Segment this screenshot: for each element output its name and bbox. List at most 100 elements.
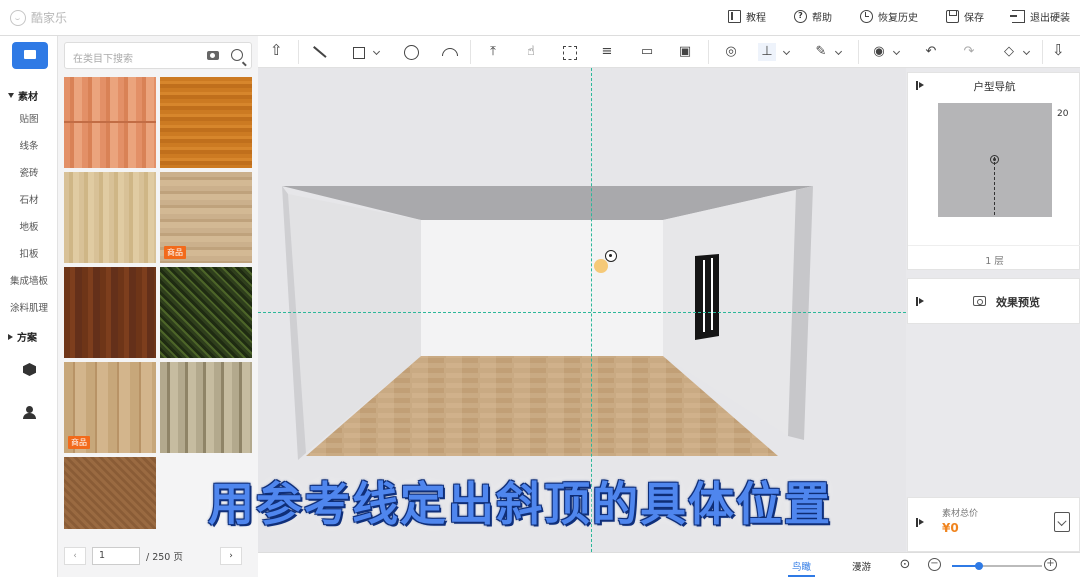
exit-hard-decoration-button[interactable]: 退出硬装 xyxy=(1010,9,1070,24)
rail-item-panel[interactable]: 扣板 xyxy=(0,246,58,260)
bottom-bar: 鸟瞰 漫游 ⊙ − + xyxy=(258,552,1080,577)
material-tile[interactable] xyxy=(64,267,156,358)
floor-plan-minimap[interactable] xyxy=(938,103,1052,217)
app-logo[interactable]: 酷家乐 xyxy=(10,9,67,26)
history-icon xyxy=(860,10,873,23)
rail-item-texture[interactable]: 贴图 xyxy=(0,111,58,125)
search-box[interactable]: 在类目下搜索 xyxy=(64,42,252,69)
rail-item-stone[interactable]: 石材 xyxy=(0,192,58,206)
chevron-down-icon[interactable] xyxy=(892,47,901,56)
guide-line-horizontal[interactable] xyxy=(258,312,906,313)
top-bar: 酷家乐 教程 ? 帮助 恢复历史 保存 退出硬装 xyxy=(0,0,1080,36)
model-library-icon[interactable] xyxy=(23,363,36,376)
screenshot-icon[interactable]: ⊙ xyxy=(896,556,914,574)
user-icon[interactable] xyxy=(23,406,36,419)
cursor-target-icon xyxy=(605,250,617,262)
product-badge: 商品 xyxy=(68,436,90,449)
chevron-down-icon[interactable] xyxy=(834,47,843,56)
page-input[interactable]: 1 xyxy=(92,547,140,565)
chevron-down-icon[interactable] xyxy=(1022,47,1031,56)
camera-icon xyxy=(973,296,986,306)
align-icon[interactable]: ≡ xyxy=(598,43,616,61)
product-badge: 商品 xyxy=(164,246,186,259)
zoom-slider-handle[interactable] xyxy=(975,562,983,570)
section-material-label: 素材 xyxy=(18,92,38,103)
download-icon[interactable] xyxy=(1050,41,1068,61)
caret-right-icon xyxy=(8,333,13,340)
rail-item-wall-panel[interactable]: 集成墙板 xyxy=(0,273,58,287)
caret-down-icon xyxy=(8,93,14,98)
guide-line-icon[interactable]: ⊥ xyxy=(758,43,776,61)
toolbar-divider xyxy=(708,40,709,64)
section-plan[interactable]: 方案 xyxy=(8,329,37,344)
material-tile[interactable] xyxy=(64,172,156,263)
material-tile[interactable]: 商品 xyxy=(160,172,252,263)
tile-seam xyxy=(64,121,156,123)
material-list-icon[interactable] xyxy=(1054,512,1070,532)
zoom-slider[interactable] xyxy=(952,562,1042,570)
draw-rect-icon[interactable] xyxy=(350,43,368,61)
zoom-out-icon[interactable]: − xyxy=(928,558,941,571)
eraser-icon[interactable]: ◇ xyxy=(1000,43,1018,61)
select-box-icon[interactable] xyxy=(560,43,578,61)
chevron-down-icon[interactable] xyxy=(782,47,791,56)
material-tile[interactable] xyxy=(64,77,156,168)
material-tile[interactable] xyxy=(160,362,252,453)
collapse-right-icon[interactable] xyxy=(916,297,924,306)
book-icon xyxy=(728,10,741,23)
chevron-down-icon[interactable] xyxy=(372,47,381,56)
toolbar: ⤒ ☝ ≡ ▭ ▣ ◎ ⊥ ✎ ◉ ↶ ↷ ◇ xyxy=(258,36,1080,68)
view-mode-roam-tab[interactable]: 漫游 xyxy=(852,559,871,573)
eye-icon[interactable]: ◉ xyxy=(870,43,888,61)
help-button[interactable]: ? 帮助 xyxy=(794,9,832,24)
image-icon[interactable]: ▣ xyxy=(676,43,694,61)
preview-label: 效果预览 xyxy=(996,296,1040,309)
zoom-in-icon[interactable]: + xyxy=(1044,558,1057,571)
redo-icon[interactable]: ↷ xyxy=(960,43,978,61)
toolbar-divider xyxy=(470,40,471,64)
minimap-scale: 20 xyxy=(1057,109,1069,119)
next-page-button[interactable]: › xyxy=(220,547,242,565)
rail-item-floor[interactable]: 地板 xyxy=(0,219,58,233)
camera-position-icon[interactable] xyxy=(990,155,999,164)
floor-selector[interactable]: 1 层 xyxy=(908,253,1080,267)
search-input[interactable]: 在类目下搜索 xyxy=(73,50,133,65)
divider xyxy=(908,245,1080,246)
draw-arc-icon[interactable] xyxy=(440,43,458,61)
rail-item-paint[interactable]: 涂料肌理 xyxy=(0,300,58,314)
section-plan-label: 方案 xyxy=(17,333,37,344)
app-name: 酷家乐 xyxy=(31,11,68,25)
rail-item-lines[interactable]: 线条 xyxy=(0,138,58,152)
upload-icon[interactable] xyxy=(268,41,286,61)
extrude-icon[interactable]: ⤒ xyxy=(484,43,502,61)
page-total: / 250 页 xyxy=(146,552,183,563)
exit-label: 退出硬装 xyxy=(1030,13,1070,24)
help-icon: ? xyxy=(794,10,807,23)
save-icon xyxy=(946,10,959,23)
draw-line-icon[interactable] xyxy=(310,43,328,61)
tutorial-button[interactable]: 教程 xyxy=(728,9,766,24)
section-material[interactable]: 素材 xyxy=(8,88,38,103)
paint-brush-icon[interactable]: ✎ xyxy=(812,43,830,61)
rail-item-tiles[interactable]: 瓷砖 xyxy=(0,165,58,179)
target-icon[interactable]: ◎ xyxy=(722,43,740,61)
prev-page-button[interactable]: ‹ xyxy=(64,547,86,565)
hand-icon[interactable]: ☝ xyxy=(522,43,540,61)
camera-search-icon[interactable] xyxy=(207,51,219,60)
save-button[interactable]: 保存 xyxy=(946,9,984,24)
search-icon[interactable] xyxy=(231,49,243,61)
toolbar-divider xyxy=(298,40,299,64)
restore-history-button[interactable]: 恢复历史 xyxy=(860,9,918,24)
view-mode-aerial-tab[interactable]: 鸟瞰 xyxy=(787,559,816,577)
material-tile[interactable] xyxy=(160,77,252,168)
left-rail: 素材 贴图 线条 瓷砖 石材 地板 扣板 集成墙板 涂料肌理 方案 xyxy=(0,36,58,577)
restore-history-label: 恢复历史 xyxy=(878,13,918,24)
material-tile[interactable]: 商品 xyxy=(64,362,156,453)
undo-icon[interactable]: ↶ xyxy=(922,43,940,61)
material-library-button[interactable] xyxy=(12,42,48,69)
collapse-right-icon[interactable] xyxy=(916,518,924,527)
material-tile[interactable] xyxy=(160,267,252,358)
render-preview-panel[interactable]: 效果预览 xyxy=(907,278,1080,324)
draw-circle-icon[interactable] xyxy=(402,43,420,61)
panel-icon[interactable]: ▭ xyxy=(638,43,656,61)
